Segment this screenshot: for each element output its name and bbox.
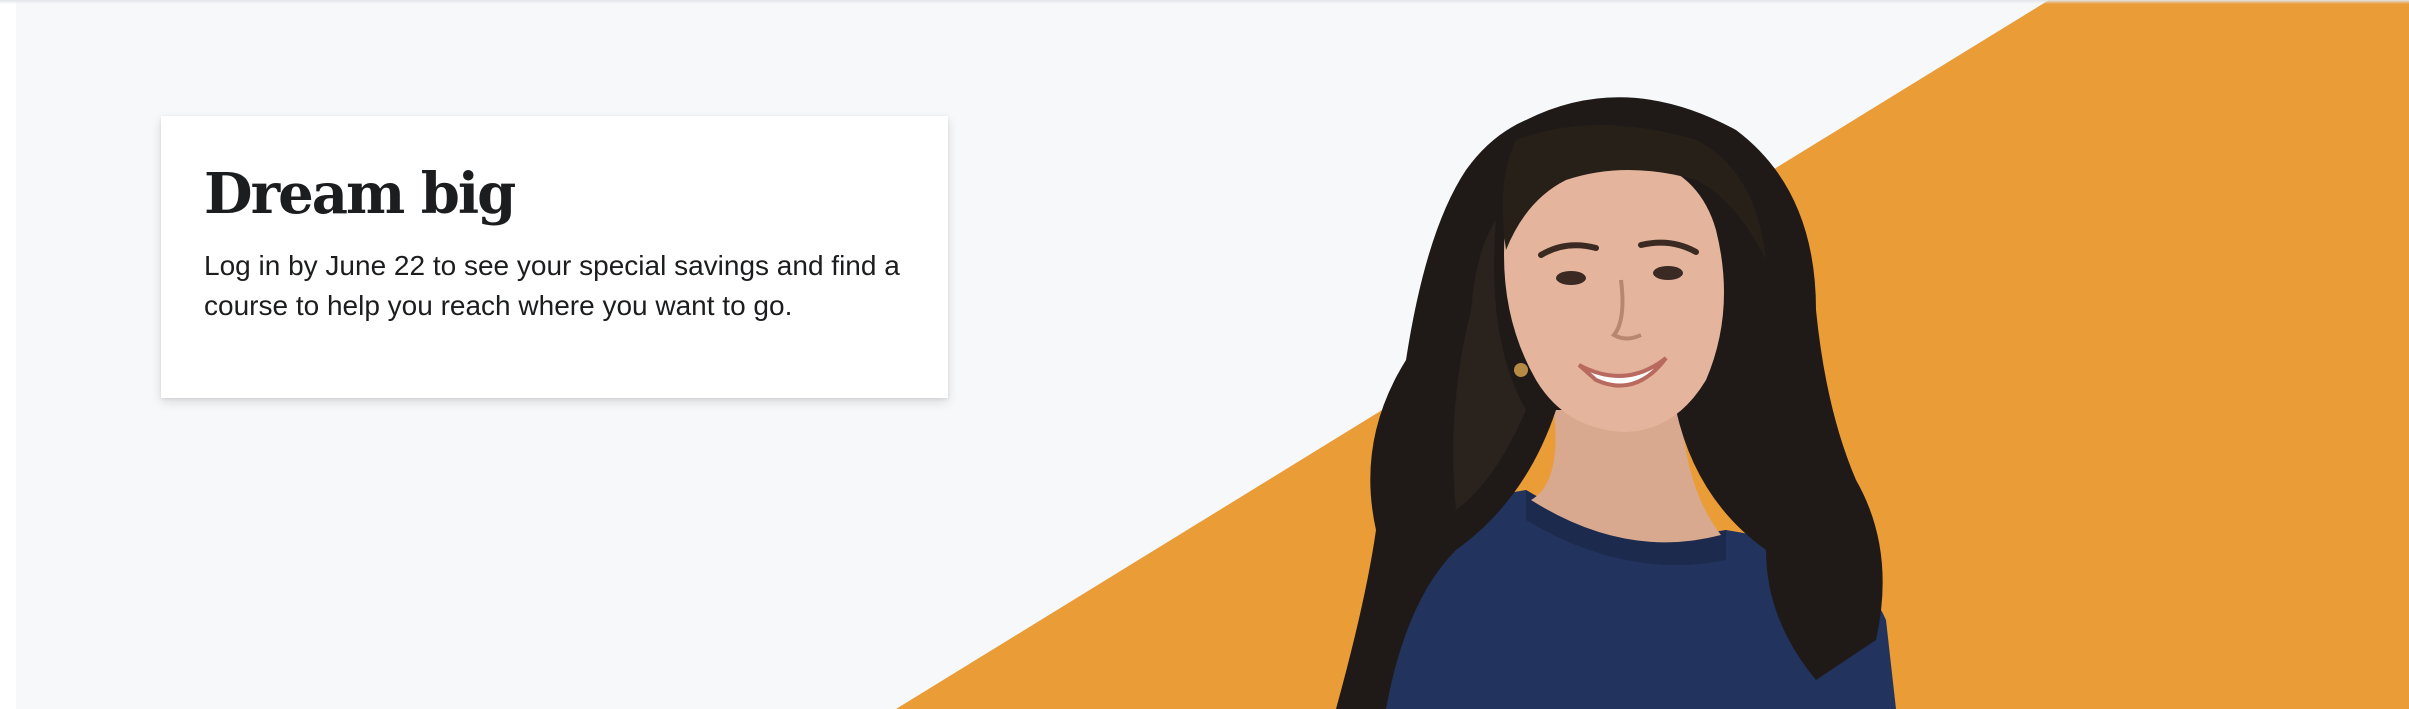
promo-card: Dream big Log in by June 22 to see your … <box>161 116 948 398</box>
promo-title: Dream big <box>204 161 516 227</box>
promo-description: Log in by June 22 to see your special sa… <box>204 250 900 321</box>
hero-banner: Dream big Log in by June 22 to see your … <box>16 0 2409 709</box>
header-shadow <box>0 0 2409 4</box>
woman-portrait-image <box>1336 97 1896 709</box>
